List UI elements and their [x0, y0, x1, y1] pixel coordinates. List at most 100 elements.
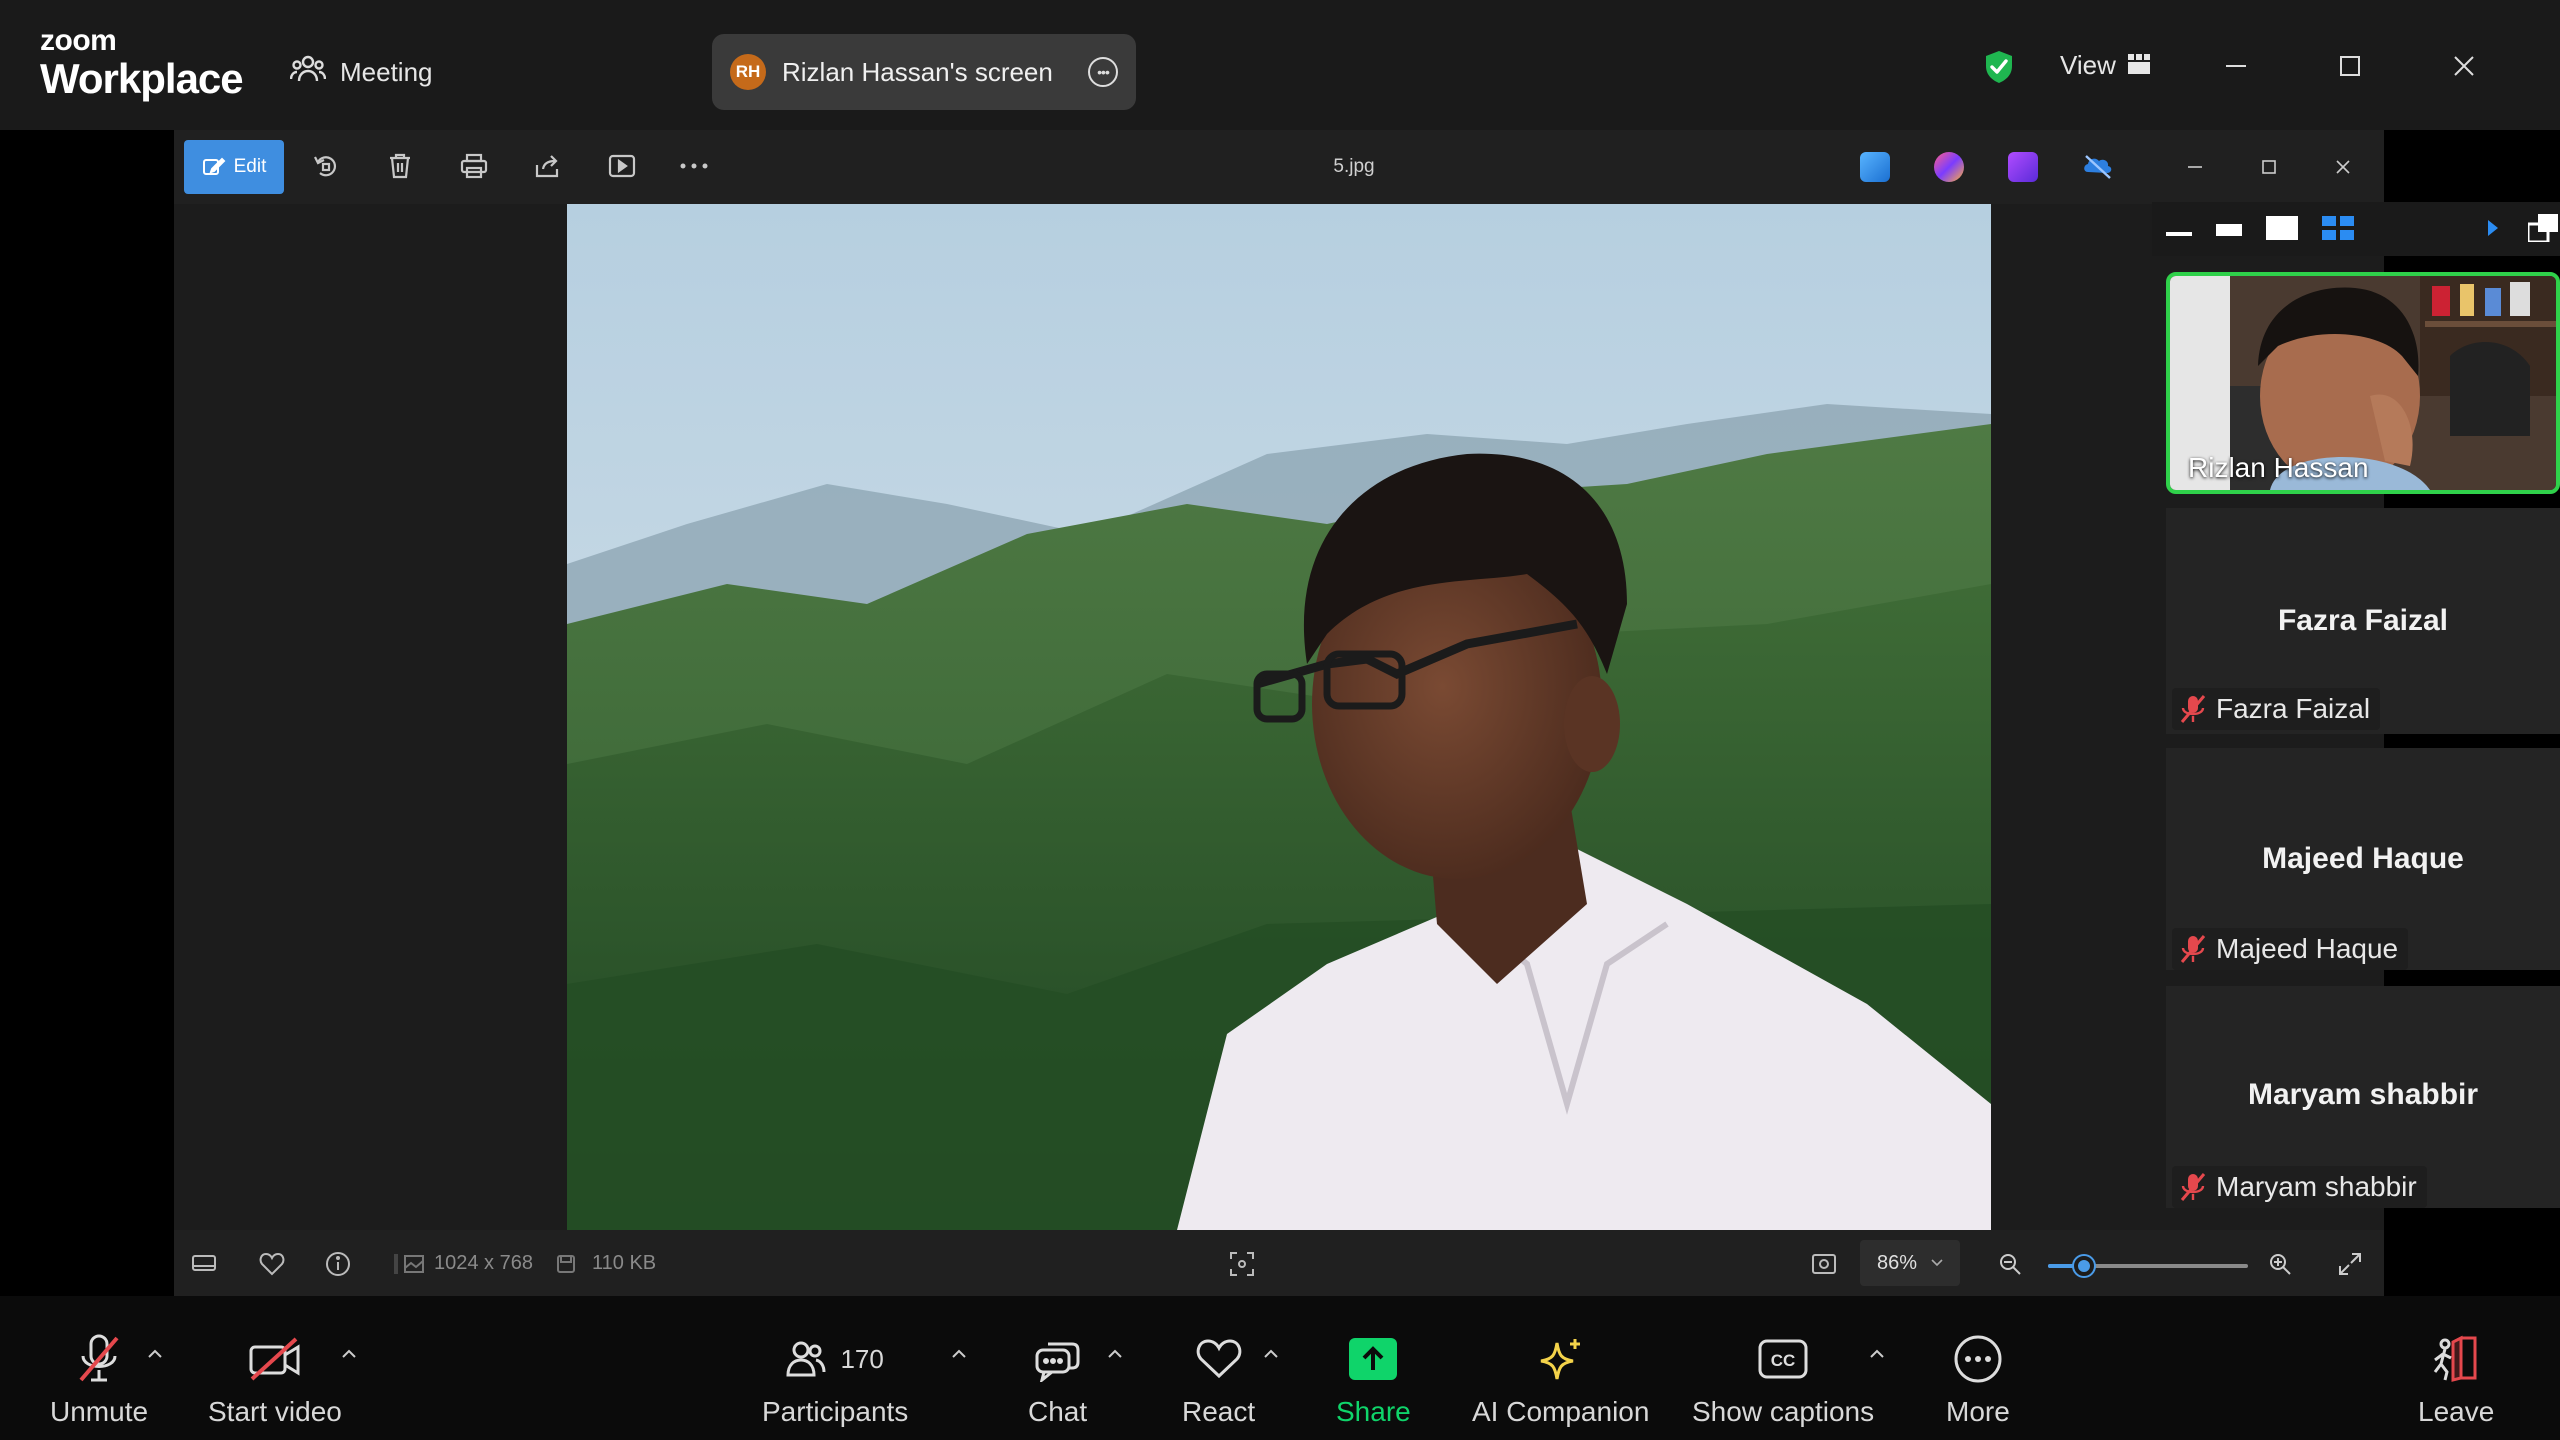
edit-label: Edit	[233, 156, 267, 177]
video-tile-name: Rizlan Hassan	[2188, 452, 2369, 483]
grid-view-icon	[2127, 50, 2150, 81]
fullscreen-icon[interactable]	[2336, 1250, 2364, 1278]
zoom-slider[interactable]	[2048, 1256, 2248, 1276]
screen-share-indicator[interactable]: RH Rizlan Hassan's screen •••	[712, 34, 1136, 110]
participant-tag-name: Maryam shabbir	[2216, 1171, 2417, 1202]
viewer-minimize-button[interactable]	[2180, 152, 2210, 182]
viewer-close-button[interactable]	[2328, 152, 2358, 182]
minimize-panel-icon	[2166, 232, 2192, 236]
screen-share-options-icon[interactable]: •••	[1088, 57, 1118, 87]
ai-companion-button[interactable]: AI Companion	[1472, 1332, 1649, 1428]
participant-tile-maryam-shabbir[interactable]: Maryam shabbir Maryam shabbir	[2166, 986, 2560, 1208]
actual-size-icon[interactable]	[1810, 1250, 1838, 1278]
viewer-status-bar: 1024 x 768 110 KB 86%	[174, 1230, 2384, 1296]
participant-tag-name: Majeed Haque	[2216, 933, 2399, 964]
muted-mic-icon	[2180, 935, 2206, 963]
start-video-label: Start video	[208, 1396, 342, 1427]
participant-tag-name: Fazra Faizal	[2216, 693, 2371, 724]
chevron-down-icon	[1931, 1259, 1943, 1267]
zoom-level-value: 86%	[1876, 1251, 1918, 1274]
viewer-maximize-button[interactable]	[2254, 152, 2284, 182]
meeting-label: Meeting	[340, 56, 433, 87]
dimensions-icon	[400, 1250, 428, 1278]
minimize-icon	[2226, 65, 2246, 67]
encryption-shield-icon[interactable]	[1984, 50, 2014, 89]
zoom-level-dropdown[interactable]: 86%	[1860, 1240, 1960, 1286]
presenter-avatar: RH	[730, 54, 766, 90]
unmute-button[interactable]: Unmute	[50, 1332, 148, 1428]
rotate-icon[interactable]	[308, 148, 344, 184]
fit-focus-icon[interactable]	[1228, 1250, 1256, 1278]
participants-count: 170	[840, 1343, 884, 1374]
muted-mic-icon	[2180, 695, 2206, 723]
clipchamp-app-icon[interactable]	[2008, 152, 2038, 182]
muted-microphone-icon	[77, 1332, 121, 1386]
show-captions-button[interactable]: CC Show captions	[1692, 1332, 1874, 1428]
onedrive-icon[interactable]	[2082, 152, 2112, 182]
slideshow-icon[interactable]	[604, 148, 640, 184]
next-page-icon	[2488, 220, 2498, 236]
participant-tile-fazra-faizal[interactable]: Fazra Faizal Fazra Faizal	[2166, 508, 2560, 734]
meeting-info-button[interactable]: Meeting	[289, 52, 433, 92]
more-dots-icon	[1953, 1332, 2003, 1386]
minimize-window-button[interactable]	[2216, 46, 2256, 86]
gallery-grid-icon	[2322, 216, 2354, 240]
filmstrip-icon[interactable]	[190, 1250, 218, 1278]
start-video-button[interactable]: Start video	[208, 1332, 342, 1428]
status-divider	[394, 1254, 398, 1274]
show-captions-label: Show captions	[1692, 1396, 1875, 1427]
zoom-in-icon[interactable]	[2266, 1250, 2294, 1278]
chat-options-caret[interactable]	[1104, 1346, 1126, 1362]
maximize-icon	[2262, 160, 2276, 174]
share-icon[interactable]	[530, 148, 566, 184]
active-speaker-video-tile[interactable]: Rizlan Hassan	[2166, 272, 2560, 494]
audio-options-caret[interactable]	[144, 1346, 166, 1362]
title-bar: zoom Workplace Meeting RH Rizlan Hassan'…	[0, 0, 2560, 130]
view-label: View	[2060, 50, 2116, 80]
video-options-caret[interactable]	[338, 1346, 360, 1362]
minimize-icon	[2188, 166, 2202, 168]
print-icon[interactable]	[456, 148, 492, 184]
participants-icon: 170	[786, 1332, 884, 1386]
chat-button[interactable]: Chat	[1028, 1332, 1087, 1428]
meeting-controls-toolbar: Unmute Start video 170 Participants Chat	[0, 1296, 2560, 1440]
chat-label: Chat	[1028, 1396, 1088, 1427]
viewer-toolbar: Edit 5.jpg	[174, 130, 2384, 204]
zoom-out-icon[interactable]	[1996, 1250, 2024, 1278]
share-screen-button[interactable]: Share	[1336, 1332, 1411, 1428]
more-button[interactable]: More	[1946, 1332, 2010, 1428]
meeting-people-icon	[289, 53, 327, 92]
close-window-button[interactable]	[2444, 46, 2484, 86]
photos-app-icon[interactable]	[1860, 152, 1890, 182]
participants-button[interactable]: 170 Participants	[762, 1332, 908, 1428]
logo-workplace-text: Workplace	[40, 55, 244, 102]
participant-tile-majeed-haque[interactable]: Majeed Haque Majeed Haque	[2166, 748, 2560, 970]
pop-out-icon	[2528, 214, 2558, 242]
more-options-icon[interactable]	[676, 148, 712, 184]
image-dimensions: 1024 x 768	[434, 1252, 533, 1274]
delete-icon[interactable]	[382, 148, 418, 184]
file-size-icon	[552, 1250, 580, 1278]
file-info-icon[interactable]	[324, 1250, 352, 1278]
maximize-icon	[2340, 56, 2360, 76]
leave-label: Leave	[2418, 1396, 2495, 1427]
unmute-label: Unmute	[50, 1396, 149, 1427]
paint-app-icon[interactable]	[1934, 152, 1964, 182]
chat-bubble-icon	[1034, 1332, 1082, 1386]
react-options-caret[interactable]	[1260, 1346, 1282, 1362]
favorite-heart-icon[interactable]	[258, 1250, 286, 1278]
logo-zoom-text: zoom	[40, 24, 117, 57]
chevron-up-icon	[1264, 1349, 1278, 1358]
edit-image-button[interactable]: Edit	[184, 140, 284, 194]
speaker-strip-icon	[2216, 224, 2242, 236]
zoom-slider-thumb[interactable]	[2074, 1256, 2094, 1276]
participant-display-name: Majeed Haque	[2262, 842, 2464, 875]
captions-options-caret[interactable]	[1866, 1346, 1888, 1362]
edit-pencil-icon	[202, 157, 226, 175]
participants-options-caret[interactable]	[948, 1346, 970, 1362]
maximize-window-button[interactable]	[2330, 46, 2370, 86]
chevron-up-icon	[148, 1349, 162, 1358]
view-button[interactable]: View	[2060, 50, 2150, 81]
react-button[interactable]: React	[1182, 1332, 1255, 1428]
leave-meeting-button[interactable]: Leave	[2418, 1332, 2494, 1428]
